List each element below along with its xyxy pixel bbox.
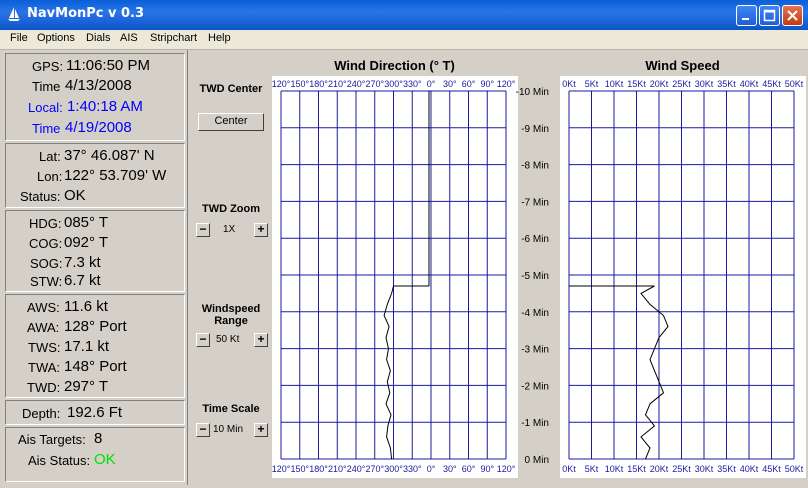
spd-tick-label-top: 30Kt [695, 79, 714, 89]
spd-tick-label-top: 45Kt [762, 79, 781, 89]
wind-direction-panel [272, 76, 518, 478]
time-tick-label: -2 Min [521, 381, 549, 392]
dir-tick-label-bottom: 270° [365, 464, 384, 474]
spd-tick-label-top: 5Kt [585, 79, 599, 89]
dir-tick-label-bottom: 300° [384, 464, 403, 474]
time-tick-label: -3 Min [521, 345, 549, 356]
time-tick-label: -8 Min [521, 161, 549, 172]
spd-tick-label-top: 25Kt [672, 79, 691, 89]
spd-tick-label-bottom: 45Kt [762, 464, 781, 474]
spd-tick-label-bottom: 35Kt [717, 464, 736, 474]
time-tick-label: -10 Min [516, 87, 549, 98]
dir-tick-label-top: 270° [365, 79, 384, 89]
time-tick-label: -1 Min [521, 418, 549, 429]
spd-tick-label-bottom: 10Kt [605, 464, 624, 474]
time-tick-label: -7 Min [521, 197, 549, 208]
dir-tick-label-top: 60° [462, 79, 476, 89]
dir-tick-label-bottom: 60° [462, 464, 476, 474]
spd-tick-label-top: 50Kt [785, 79, 804, 89]
spd-tick-label-bottom: 0Kt [562, 464, 576, 474]
spd-tick-label-top: 35Kt [717, 79, 736, 89]
dir-tick-label-bottom: 0° [427, 464, 436, 474]
time-tick-label: -4 Min [521, 308, 549, 319]
spd-tick-label-bottom: 15Kt [627, 464, 646, 474]
spd-tick-label-top: 10Kt [605, 79, 624, 89]
dir-tick-label-top: 210° [328, 79, 347, 89]
dir-tick-label-bottom: 90° [480, 464, 494, 474]
time-tick-label: -6 Min [521, 234, 549, 245]
dir-tick-label-bottom: 120° [272, 464, 291, 474]
dir-tick-label-top: 180° [309, 79, 328, 89]
stripchart-area: 120°120°150°150°180°180°210°210°240°240°… [272, 76, 806, 478]
dir-tick-label-top: 330° [403, 79, 422, 89]
dir-tick-label-top: 0° [427, 79, 436, 89]
dir-tick-label-top: 150° [290, 79, 309, 89]
dir-tick-label-top: 90° [480, 79, 494, 89]
spd-tick-label-bottom: 30Kt [695, 464, 714, 474]
time-tick-label: -5 Min [521, 271, 549, 282]
dir-tick-label-top: 120° [272, 79, 291, 89]
dir-tick-label-bottom: 330° [403, 464, 422, 474]
dir-tick-label-bottom: 210° [328, 464, 347, 474]
spd-tick-label-top: 20Kt [650, 79, 669, 89]
spd-tick-label-top: 0Kt [562, 79, 576, 89]
wind-speed-panel [560, 76, 806, 478]
dir-tick-label-bottom: 120° [497, 464, 516, 474]
spd-tick-label-top: 15Kt [627, 79, 646, 89]
dir-tick-label-bottom: 240° [347, 464, 366, 474]
time-tick-label: 0 Min [525, 455, 549, 466]
spd-tick-label-bottom: 40Kt [740, 464, 759, 474]
dir-tick-label-top: 30° [443, 79, 457, 89]
dir-tick-label-top: 300° [384, 79, 403, 89]
spd-tick-label-top: 40Kt [740, 79, 759, 89]
dir-tick-label-top: 120° [497, 79, 516, 89]
dir-tick-label-top: 240° [347, 79, 366, 89]
dir-tick-label-bottom: 180° [309, 464, 328, 474]
spd-tick-label-bottom: 20Kt [650, 464, 669, 474]
spd-tick-label-bottom: 50Kt [785, 464, 804, 474]
spd-tick-label-bottom: 5Kt [585, 464, 599, 474]
time-tick-label: -9 Min [521, 124, 549, 135]
dir-tick-label-bottom: 150° [290, 464, 309, 474]
spd-tick-label-bottom: 25Kt [672, 464, 691, 474]
dir-tick-label-bottom: 30° [443, 464, 457, 474]
